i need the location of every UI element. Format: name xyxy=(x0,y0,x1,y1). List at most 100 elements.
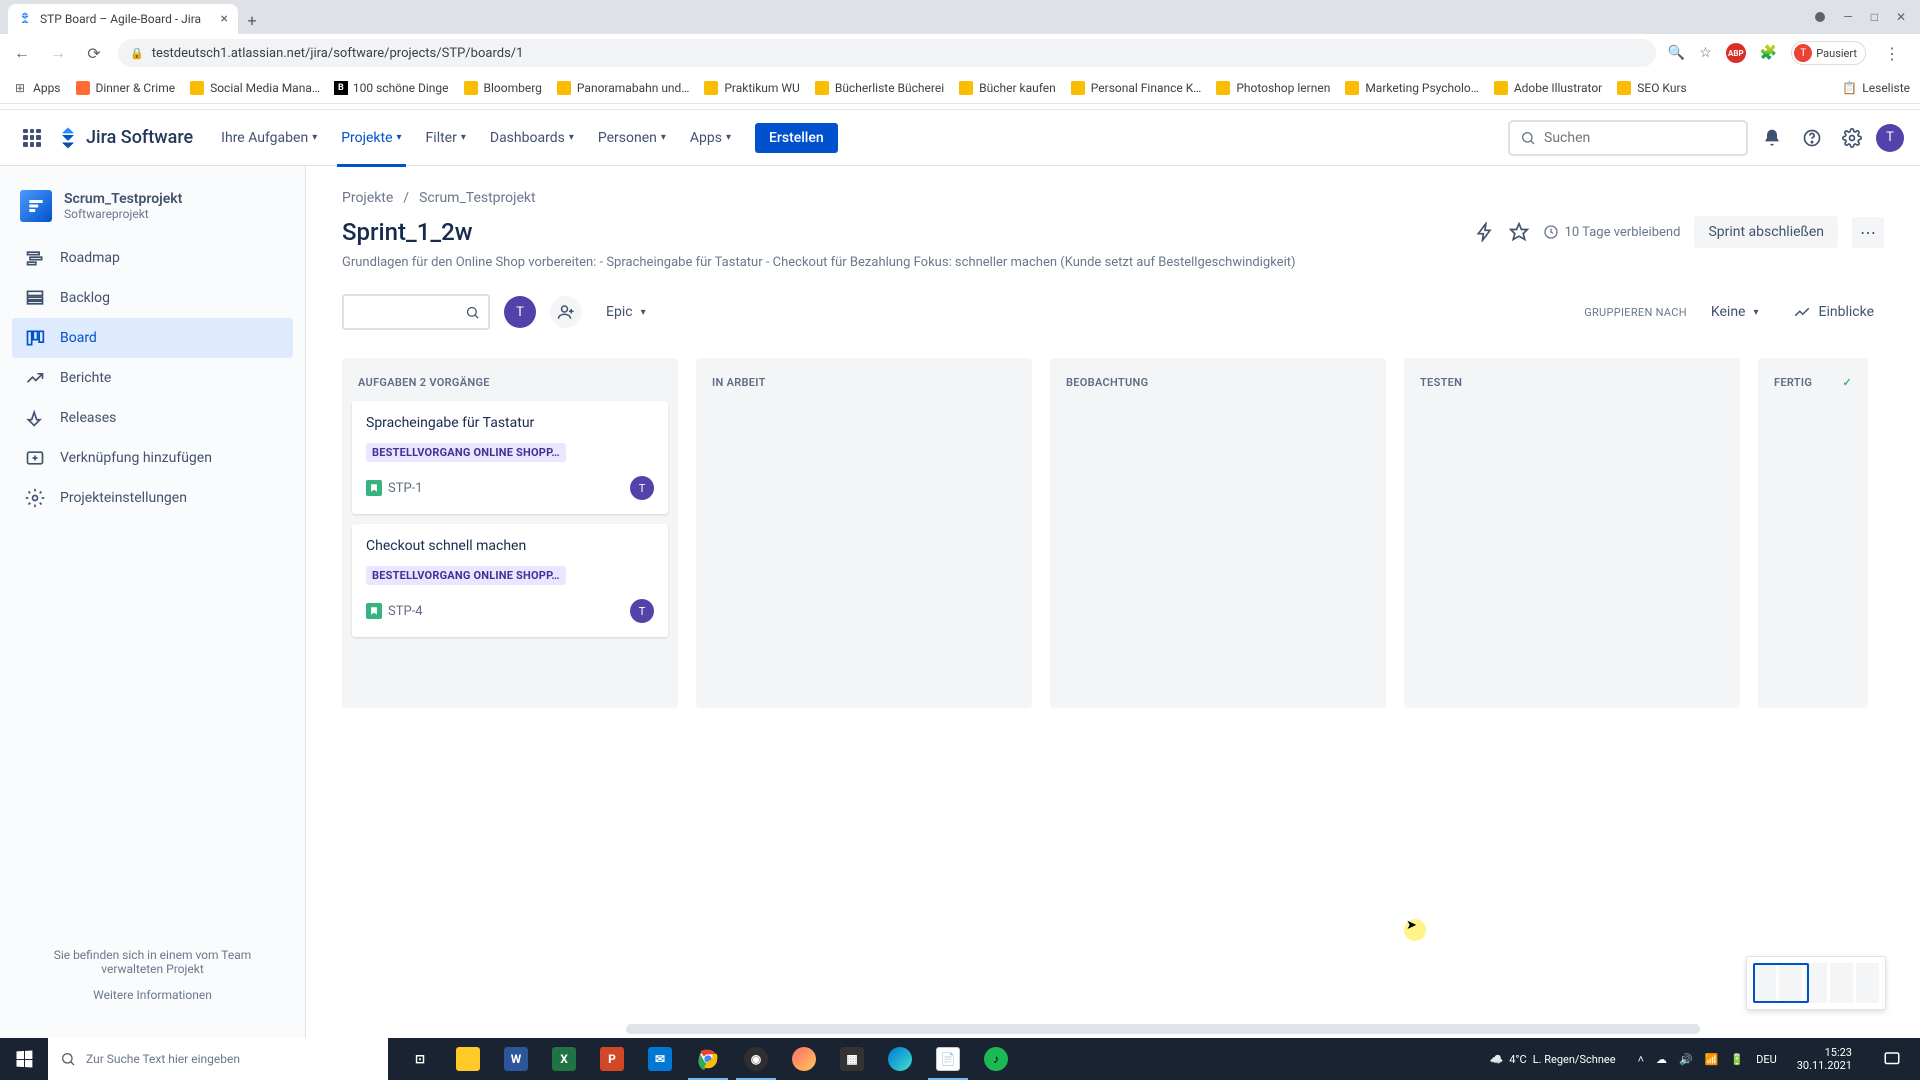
bookmark-item[interactable]: Praktikum WU xyxy=(701,76,801,100)
nav-people[interactable]: Personen▾ xyxy=(590,122,674,154)
tray-chevron-icon[interactable]: ˄ xyxy=(1638,1053,1644,1066)
taskbar-edge[interactable] xyxy=(876,1038,924,1080)
epic-filter[interactable]: Epic ▾ xyxy=(596,298,656,326)
taskbar-app[interactable]: ▦ xyxy=(828,1038,876,1080)
nav-filters[interactable]: Filter▾ xyxy=(418,122,474,154)
taskbar-excel[interactable]: X xyxy=(540,1038,588,1080)
taskbar-powerpoint[interactable]: P xyxy=(588,1038,636,1080)
user-avatar[interactable]: T xyxy=(1876,124,1904,152)
forward-button[interactable]: → xyxy=(46,41,70,65)
taskbar-chrome[interactable] xyxy=(684,1038,732,1080)
assignee-avatar[interactable]: T xyxy=(630,599,654,623)
board-minimap[interactable] xyxy=(1746,956,1886,1010)
minimap-viewport[interactable] xyxy=(1753,963,1809,1003)
sidebar-add-link[interactable]: Verknüpfung hinzufügen xyxy=(12,438,293,478)
search-input[interactable] xyxy=(1544,130,1736,146)
board-search-input[interactable] xyxy=(352,305,465,320)
help-icon[interactable] xyxy=(1796,122,1828,154)
new-tab-button[interactable]: + xyxy=(238,6,266,34)
card-epic-badge[interactable]: BESTELLVORGANG ONLINE SHOPP… xyxy=(366,566,566,585)
bookmark-item[interactable]: Marketing Psycholo… xyxy=(1342,76,1480,100)
bookmark-item[interactable]: B100 schöne Dinge xyxy=(332,77,451,99)
taskbar-search[interactable]: Zur Suche Text hier eingeben xyxy=(48,1038,388,1080)
tray-language[interactable]: DEU xyxy=(1756,1053,1777,1066)
start-button[interactable] xyxy=(0,1038,48,1080)
minimize-button[interactable]: — xyxy=(1843,10,1852,24)
column-todo[interactable]: AUFGABEN 2 VORGÄNGE Spracheingabe für Ta… xyxy=(342,358,678,708)
issue-key[interactable]: STP-1 xyxy=(388,481,423,496)
assignee-avatar[interactable]: T xyxy=(630,476,654,500)
breadcrumb-project[interactable]: Scrum_Testprojekt xyxy=(419,190,536,206)
bookmark-item[interactable]: Photoshop lernen xyxy=(1213,76,1332,100)
notifications-icon[interactable] xyxy=(1756,122,1788,154)
address-bar[interactable]: 🔒 testdeutsch1.atlassian.net/jira/softwa… xyxy=(118,39,1656,67)
reload-button[interactable]: ⟳ xyxy=(82,41,106,65)
horizontal-scrollbar[interactable] xyxy=(626,1024,1700,1034)
automation-icon[interactable] xyxy=(1475,222,1495,242)
bookmark-item[interactable]: Adobe Illustrator xyxy=(1491,76,1604,100)
taskbar-weather[interactable]: ☁️ 4°C L. Regen/Schnee xyxy=(1480,1053,1626,1066)
bookmark-item[interactable]: Bücher kaufen xyxy=(956,76,1058,100)
close-window-button[interactable]: ✕ xyxy=(1896,10,1906,24)
insights-button[interactable]: Einblicke xyxy=(1783,297,1884,327)
close-tab-icon[interactable]: × xyxy=(221,11,228,27)
apps-bookmark[interactable]: ⊞ Apps xyxy=(10,76,63,100)
bookmark-item[interactable]: Social Media Mana… xyxy=(187,76,322,100)
bookmark-item[interactable]: SEO Kurs xyxy=(1614,76,1688,100)
nav-apps[interactable]: Apps▾ xyxy=(682,122,739,154)
browser-menu-icon[interactable]: ⋮ xyxy=(1880,44,1904,63)
bookmark-star-icon[interactable]: ☆ xyxy=(1699,45,1712,61)
global-search[interactable] xyxy=(1508,120,1748,156)
settings-icon[interactable] xyxy=(1836,122,1868,154)
bookmark-item[interactable]: Bücherliste Bücherei xyxy=(812,76,946,100)
issue-card[interactable]: Checkout schnell machen BESTELLVORGANG O… xyxy=(352,524,668,637)
star-icon[interactable] xyxy=(1509,222,1529,242)
sidebar-backlog[interactable]: Backlog xyxy=(12,278,293,318)
taskbar-mail[interactable]: ✉ xyxy=(636,1038,684,1080)
more-actions-button[interactable]: ⋯ xyxy=(1852,217,1884,248)
sidebar-footer-link[interactable]: Weitere Informationen xyxy=(28,988,277,1002)
column-in-progress[interactable]: IN ARBEIT xyxy=(696,358,1032,708)
taskbar-explorer[interactable] xyxy=(444,1038,492,1080)
sidebar-roadmap[interactable]: Roadmap xyxy=(12,238,293,278)
bookmark-item[interactable]: Personal Finance K… xyxy=(1068,76,1204,100)
taskbar-obs[interactable]: ◉ xyxy=(732,1038,780,1080)
maximize-button[interactable]: □ xyxy=(1871,10,1878,24)
reading-list[interactable]: 📋 Leseliste xyxy=(1842,81,1910,95)
issue-card[interactable]: Spracheingabe für Tastatur BESTELLVORGAN… xyxy=(352,401,668,514)
jira-logo[interactable]: Jira Software xyxy=(56,126,193,150)
zoom-icon[interactable]: 🔍 xyxy=(1668,45,1685,61)
abp-extension-icon[interactable]: ABP xyxy=(1726,43,1746,63)
taskbar-word[interactable]: W xyxy=(492,1038,540,1080)
card-epic-badge[interactable]: BESTELLVORGANG ONLINE SHOPP… xyxy=(366,443,566,462)
sidebar-settings[interactable]: Projekteinstellungen xyxy=(12,478,293,518)
create-button[interactable]: Erstellen xyxy=(755,123,838,153)
tray-battery-icon[interactable]: 🔋 xyxy=(1730,1053,1744,1066)
breadcrumb-projects[interactable]: Projekte xyxy=(342,190,393,206)
profile-chip[interactable]: T Pausiert xyxy=(1791,41,1866,65)
bookmark-item[interactable]: Bloomberg xyxy=(461,76,544,100)
browser-tab[interactable]: STP Board – Agile-Board - Jira × xyxy=(8,4,238,34)
nav-projects[interactable]: Projekte▾ xyxy=(333,122,409,154)
sidebar-reports[interactable]: Berichte xyxy=(12,358,293,398)
app-switcher[interactable] xyxy=(16,122,48,154)
project-header[interactable]: Scrum_Testprojekt Softwareprojekt xyxy=(12,186,293,238)
nav-your-work[interactable]: Ihre Aufgaben▾ xyxy=(213,122,325,154)
taskbar-app[interactable] xyxy=(780,1038,828,1080)
taskbar-clock[interactable]: 15:23 30.11.2021 xyxy=(1789,1046,1860,1072)
add-people-button[interactable] xyxy=(550,296,582,328)
column-done[interactable]: FERTIG ✓ xyxy=(1758,358,1868,708)
extensions-icon[interactable]: 🧩 xyxy=(1760,45,1777,61)
back-button[interactable]: ← xyxy=(10,41,34,65)
task-view-button[interactable]: ⊡ xyxy=(396,1038,444,1080)
tray-wifi-icon[interactable]: 📶 xyxy=(1705,1053,1719,1066)
assignee-filter-avatar[interactable]: T xyxy=(504,296,536,328)
tray-volume-icon[interactable]: 🔊 xyxy=(1679,1053,1693,1066)
nav-dashboards[interactable]: Dashboards▾ xyxy=(482,122,582,154)
action-center-button[interactable] xyxy=(1872,1050,1912,1068)
board-search[interactable] xyxy=(342,294,490,330)
issue-key[interactable]: STP-4 xyxy=(388,604,423,619)
taskbar-spotify[interactable]: ♪ xyxy=(972,1038,1020,1080)
taskbar-notepad[interactable]: 📄 xyxy=(924,1038,972,1080)
tray-onedrive-icon[interactable]: ☁ xyxy=(1656,1053,1667,1066)
